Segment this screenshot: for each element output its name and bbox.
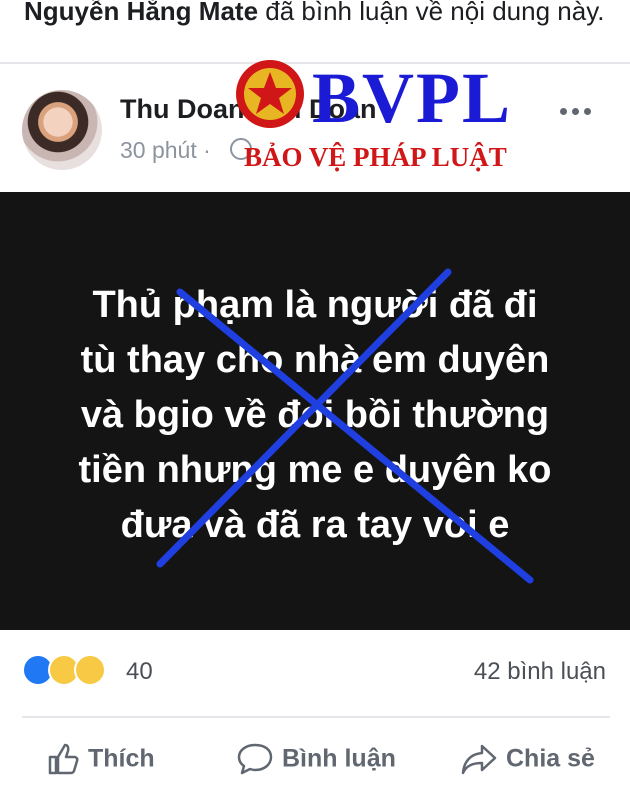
like-label: Thích: [88, 744, 155, 773]
post-time[interactable]: 30 phút ·: [120, 137, 211, 164]
share-icon: [461, 744, 497, 775]
notice-text: đã bình luận về nội dung này.: [258, 0, 605, 26]
comment-icon: [237, 743, 273, 775]
watermark-tagline: BẢO VỆ PHÁP LUẬT: [244, 142, 507, 172]
like-icon: [48, 743, 79, 775]
watermark-brand: BVPL: [312, 58, 513, 138]
comment-button[interactable]: Bình luận: [236, 742, 396, 776]
avatar[interactable]: [22, 90, 102, 170]
wow-reaction-icon: [74, 654, 106, 686]
divider: [22, 716, 610, 718]
reaction-count: 40: [126, 658, 153, 685]
notice-actor[interactable]: Nguyễn Hằng Mate: [24, 0, 258, 26]
cross-out-mark: [156, 268, 534, 584]
more-icon[interactable]: [560, 102, 600, 115]
comment-label: Bình luận: [282, 744, 396, 773]
action-bar: Thích Bình luận Chia sẻ: [0, 728, 630, 792]
activity-notice: Nguyễn Hằng Mate đã bình luận về nội dun…: [24, 0, 614, 28]
comment-count[interactable]: 42 bình luận: [474, 658, 606, 686]
post-image[interactable]: Thủ phạm là người đã đi tù thay cho nhà …: [0, 192, 630, 630]
share-label: Chia sẻ: [506, 744, 595, 773]
like-button[interactable]: Thích: [46, 742, 155, 776]
share-button[interactable]: Chia sẻ: [460, 742, 595, 776]
